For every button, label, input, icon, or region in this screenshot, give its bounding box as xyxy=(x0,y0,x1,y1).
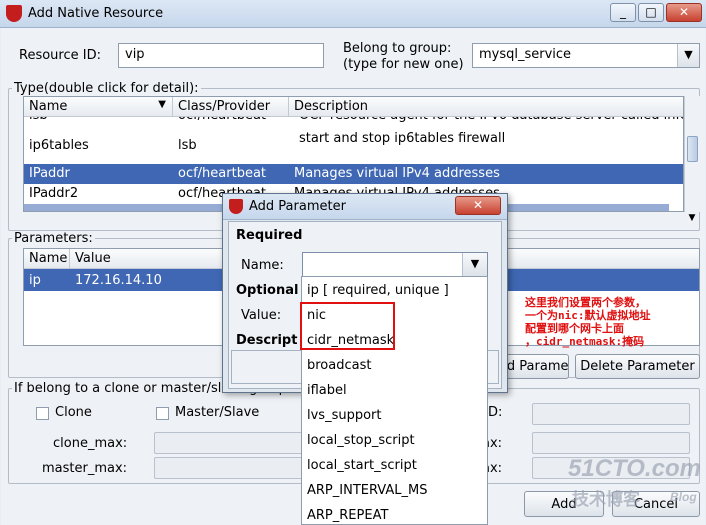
app-logo-icon xyxy=(6,5,22,22)
right-field-label-1: D: xyxy=(488,405,503,420)
dropdown-option-local-start-script[interactable]: local_start_script xyxy=(302,454,487,479)
dropdown-option-arp-repeat[interactable]: ARP_REPEAT xyxy=(302,504,487,524)
params-col-name[interactable]: Name xyxy=(24,249,70,269)
type-col-description[interactable]: Description xyxy=(289,97,683,117)
resource-id-input[interactable]: vip xyxy=(118,43,324,68)
clone-max-input[interactable] xyxy=(154,432,304,454)
name-label: Name: xyxy=(241,258,284,273)
dropdown-option-broadcast[interactable]: broadcast xyxy=(302,354,487,379)
highlight-box xyxy=(300,302,395,350)
type-col-provider[interactable]: Class/Provider xyxy=(173,97,289,117)
dropdown-option-local-stop-script[interactable]: local_stop_script xyxy=(302,429,487,454)
dropdown-option-lvs-support[interactable]: lvs_support xyxy=(302,404,487,429)
annotation-line-4: ，cidr_netmask:掩码 xyxy=(525,335,645,348)
required-label: Required xyxy=(236,228,303,243)
delete-parameter-button[interactable]: Delete Parameter xyxy=(575,354,700,379)
scroll-thumb[interactable] xyxy=(687,136,698,162)
watermark-site: 51CTO.com xyxy=(568,455,701,482)
annotation-line-3: 配置到哪个网卡上面 xyxy=(525,322,624,335)
type-table-vscroll[interactable] xyxy=(684,96,700,212)
dropdown-option-ip[interactable]: ip [ required, unique ] xyxy=(302,279,487,304)
annotation-line-2: 一个为nic:默认虚拟地址 xyxy=(525,309,651,322)
dialog-titlebar: Add Parameter ✕ xyxy=(223,194,507,220)
window-title: Add Native Resource xyxy=(28,6,164,21)
annotation-line-1: 这里我们设置两个参数， xyxy=(525,296,646,309)
right-field-input-2[interactable] xyxy=(532,432,690,454)
chevron-down-icon[interactable]: ▼ xyxy=(462,253,487,276)
minimize-button[interactable]: _ xyxy=(610,3,636,22)
chevron-down-icon: ▼ xyxy=(158,99,166,110)
close-button[interactable]: ✕ xyxy=(666,3,702,22)
master-max-input[interactable] xyxy=(154,457,304,479)
group-label-line1: Belong to group: xyxy=(343,41,452,56)
master-slave-label: Master/Slave xyxy=(175,405,260,420)
table-row[interactable]: ip6tables lsb start and stop ip6tables f… xyxy=(24,126,683,164)
clone-checkbox[interactable] xyxy=(36,407,49,420)
master-slave-checkbox[interactable] xyxy=(156,407,169,420)
value-label: Value: xyxy=(241,308,282,323)
window-titlebar: Add Native Resource _ □ ✕ xyxy=(0,0,706,28)
group-combo[interactable]: mysql_service xyxy=(472,43,700,68)
chevron-down-icon[interactable]: ▼ xyxy=(684,213,700,227)
type-group-title: Type(double click for detail): xyxy=(12,81,201,96)
maximize-button[interactable]: □ xyxy=(638,3,664,22)
dialog-close-button[interactable]: ✕ xyxy=(455,196,501,215)
master-max-label: master_max: xyxy=(42,461,128,476)
type-col-name[interactable]: Name ▼ xyxy=(24,97,173,117)
optional-label: Optional xyxy=(236,283,299,298)
group-label-line2: (type for new one) xyxy=(343,57,464,72)
resource-id-label: Resource ID: xyxy=(19,48,101,63)
clone-label: Clone xyxy=(55,405,92,420)
dialog-title: Add Parameter xyxy=(249,199,346,214)
table-row[interactable]: lsb ocf/heartbeat OCF resource agent for… xyxy=(24,117,683,126)
dropdown-option-arp-interval-ms[interactable]: ARP_INTERVAL_MS xyxy=(302,479,487,504)
chevron-down-icon[interactable]: ▼ xyxy=(677,44,699,67)
app-logo-icon xyxy=(229,199,243,214)
params-group-title: Parameters: xyxy=(12,231,95,246)
group-combo-value: mysql_service xyxy=(479,47,572,62)
right-field-input-1[interactable] xyxy=(532,403,690,425)
watermark-blog: Blog xyxy=(670,490,697,504)
watermark-tagline: 技术博客 xyxy=(572,490,640,509)
name-combo[interactable]: ▼ xyxy=(302,252,488,277)
description-label: Descript xyxy=(236,333,298,348)
dropdown-option-iflabel[interactable]: iflabel xyxy=(302,379,487,404)
table-row-selected[interactable]: IPaddr ocf/heartbeat Manages virtual IPv… xyxy=(24,164,683,184)
clone-max-label: clone_max: xyxy=(53,436,128,451)
